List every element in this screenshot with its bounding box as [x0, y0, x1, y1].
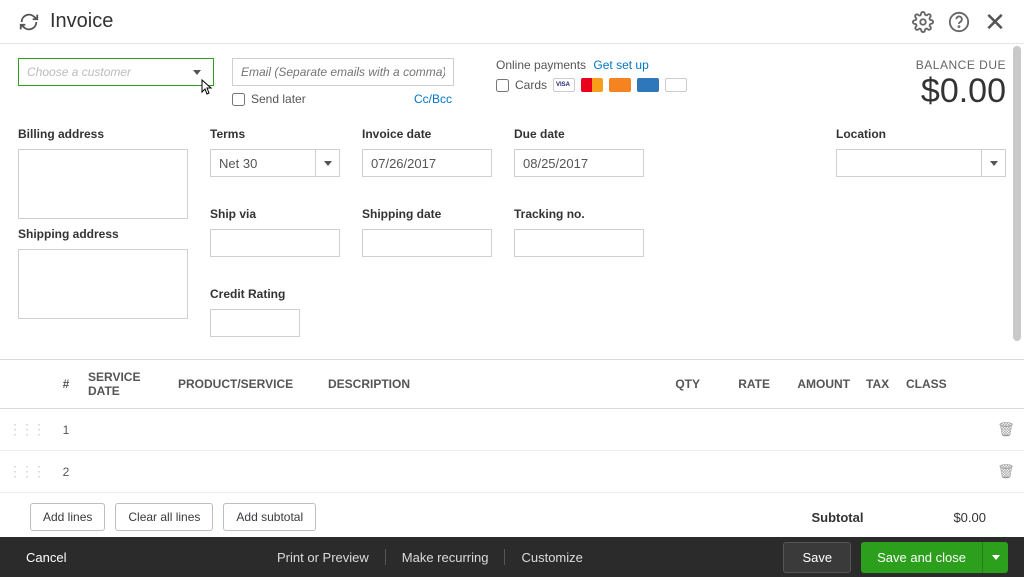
customer-placeholder: Choose a customer: [27, 65, 193, 79]
shipping-date-label: Shipping date: [362, 207, 492, 221]
save-dropdown-button[interactable]: [982, 542, 1008, 573]
email-field[interactable]: [232, 58, 454, 86]
tracking-no-label: Tracking no.: [514, 207, 644, 221]
shipping-date-input[interactable]: [362, 229, 492, 257]
discover-icon: [609, 78, 631, 92]
make-recurring-link[interactable]: Make recurring: [392, 550, 499, 565]
trash-icon[interactable]: 🗑: [997, 463, 1015, 479]
online-payments-label: Online payments: [496, 58, 586, 72]
chevron-down-icon: [315, 150, 339, 176]
col-num: #: [52, 360, 80, 409]
location-label: Location: [836, 127, 1006, 141]
due-date-label: Due date: [514, 127, 644, 141]
ship-via-label: Ship via: [210, 207, 340, 221]
col-qty: QTY: [638, 360, 708, 409]
ccbcc-link[interactable]: Cc/Bcc: [414, 92, 454, 106]
print-preview-link[interactable]: Print or Preview: [267, 550, 379, 565]
add-lines-button[interactable]: Add lines: [30, 503, 105, 531]
billing-address-input[interactable]: [18, 149, 188, 219]
cursor-icon: [199, 79, 215, 101]
balance-amount: $0.00: [916, 72, 1006, 111]
chevron-down-icon: [981, 150, 1005, 176]
drag-handle-icon[interactable]: ⋮⋮⋮: [8, 463, 44, 479]
col-amount: AMOUNT: [778, 360, 858, 409]
add-subtotal-button[interactable]: Add subtotal: [223, 503, 316, 531]
send-later-label: Send later: [251, 92, 306, 106]
balance-label: BALANCE DUE: [916, 58, 1006, 72]
chevron-down-icon: [193, 70, 201, 75]
save-button[interactable]: Save: [783, 542, 851, 573]
subtotal-value: $0.00: [953, 510, 986, 525]
fields-section: Billing address Shipping address Terms N…: [0, 121, 1024, 351]
send-later-checkbox[interactable]: [232, 93, 245, 106]
clear-all-lines-button[interactable]: Clear all lines: [115, 503, 213, 531]
col-tax: TAX: [858, 360, 898, 409]
subtotal-label: Subtotal: [811, 510, 863, 525]
trash-icon[interactable]: 🗑: [997, 421, 1015, 437]
col-product: PRODUCT/SERVICE: [170, 360, 320, 409]
customer-select[interactable]: Choose a customer: [18, 58, 214, 86]
billing-address-label: Billing address: [18, 127, 188, 141]
save-and-close-button[interactable]: Save and close: [861, 542, 982, 573]
terms-value: Net 30: [219, 156, 257, 171]
cards-checkbox[interactable]: [496, 79, 509, 92]
terms-select[interactable]: Net 30: [210, 149, 340, 177]
balance-due: BALANCE DUE $0.00: [916, 58, 1006, 111]
invoice-date-input[interactable]: [362, 149, 492, 177]
top-row: Choose a customer Send later Cc/Bcc Onli…: [0, 44, 1024, 121]
table-row[interactable]: ⋮⋮⋮ 1 🗑: [0, 409, 1024, 451]
header: Invoice ✕: [0, 0, 1024, 44]
ship-via-input[interactable]: [210, 229, 340, 257]
shipping-address-label: Shipping address: [18, 227, 188, 241]
location-select[interactable]: [836, 149, 1006, 177]
credit-rating-input[interactable]: [210, 309, 300, 337]
invoice-date-label: Invoice date: [362, 127, 492, 141]
amex-icon: [637, 78, 659, 92]
recurring-icon: [18, 11, 40, 33]
scrollbar[interactable]: [1013, 46, 1021, 341]
mastercard-icon: [581, 78, 603, 92]
footer: Cancel Print or Preview Make recurring C…: [0, 537, 1024, 577]
due-date-input[interactable]: [514, 149, 644, 177]
credit-rating-label: Credit Rating: [210, 287, 340, 301]
row-number: 1: [52, 409, 80, 451]
customize-link[interactable]: Customize: [511, 550, 592, 565]
applepay-icon: [665, 78, 687, 92]
tracking-no-input[interactable]: [514, 229, 644, 257]
help-icon[interactable]: [948, 11, 970, 33]
page-title: Invoice: [50, 10, 912, 33]
close-icon[interactable]: ✕: [984, 11, 1006, 33]
col-rate: RATE: [708, 360, 778, 409]
line-items-table: # SERVICE DATE PRODUCT/SERVICE DESCRIPTI…: [0, 359, 1024, 493]
visa-icon: [553, 78, 575, 92]
shipping-address-input[interactable]: [18, 249, 188, 319]
col-description: DESCRIPTION: [320, 360, 638, 409]
terms-label: Terms: [210, 127, 340, 141]
get-set-up-link[interactable]: Get set up: [593, 58, 648, 72]
col-service-date: SERVICE DATE: [80, 360, 170, 409]
gear-icon[interactable]: [912, 11, 934, 33]
row-number: 2: [52, 451, 80, 493]
table-row[interactable]: ⋮⋮⋮ 2 🗑: [0, 451, 1024, 493]
cancel-button[interactable]: Cancel: [16, 544, 76, 571]
cards-label: Cards: [515, 78, 547, 92]
drag-handle-icon[interactable]: ⋮⋮⋮: [8, 421, 44, 437]
col-class: CLASS: [898, 360, 988, 409]
